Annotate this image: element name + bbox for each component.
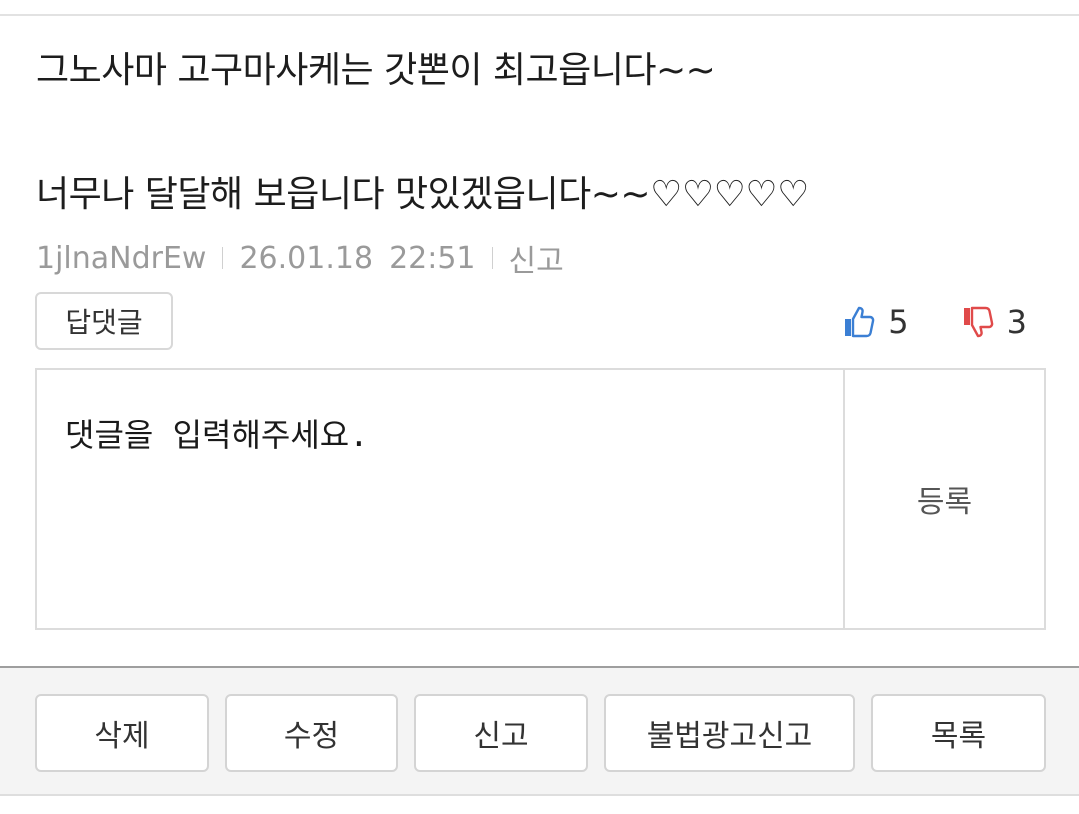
meta-separator bbox=[222, 247, 224, 269]
list-button[interactable]: 목록 bbox=[871, 694, 1046, 772]
comment-time: 22:51 bbox=[389, 240, 476, 276]
comment-author: 1jlnaNdrEw bbox=[36, 240, 207, 276]
illegal-ad-report-button[interactable]: 불법광고신고 bbox=[604, 694, 855, 772]
upvote-button[interactable]: 5 bbox=[842, 303, 909, 341]
comment-report-link[interactable]: 신고 bbox=[509, 236, 564, 280]
submit-button[interactable]: 등록 bbox=[843, 370, 1044, 628]
downvote-count: 3 bbox=[1006, 303, 1027, 341]
reply-form: 등록 bbox=[35, 368, 1046, 630]
reply-input[interactable] bbox=[37, 370, 843, 628]
action-bar: 삭제 수정 신고 불법광고신고 목록 bbox=[0, 666, 1079, 796]
comment-meta: 1jlnaNdrEw 26.01.18 22:51 신고 bbox=[36, 236, 564, 280]
report-button[interactable]: 신고 bbox=[414, 694, 588, 772]
thumbs-down-icon bbox=[961, 305, 995, 339]
bottom-divider bbox=[0, 794, 1079, 796]
comment: 그노사마 고구마사케는 갓뽄이 최고읍니다~~ 너무나 달달해 보읍니다 맛있겠… bbox=[36, 40, 1046, 226]
vote-area: 5 3 bbox=[842, 300, 1027, 344]
comment-date: 26.01.18 bbox=[239, 240, 374, 276]
edit-button[interactable]: 수정 bbox=[225, 694, 398, 772]
delete-button[interactable]: 삭제 bbox=[35, 694, 209, 772]
meta-separator bbox=[491, 247, 493, 269]
reply-button[interactable]: 답댓글 bbox=[35, 292, 173, 350]
downvote-button[interactable]: 3 bbox=[961, 303, 1027, 341]
upvote-count: 5 bbox=[888, 303, 909, 341]
thumbs-up-icon bbox=[842, 305, 876, 339]
top-divider bbox=[0, 14, 1079, 16]
comment-text: 그노사마 고구마사케는 갓뽄이 최고읍니다~~ 너무나 달달해 보읍니다 맛있겠… bbox=[36, 50, 809, 215]
comment-page: 그노사마 고구마사케는 갓뽄이 최고읍니다~~ 너무나 달달해 보읍니다 맛있겠… bbox=[0, 0, 1079, 814]
